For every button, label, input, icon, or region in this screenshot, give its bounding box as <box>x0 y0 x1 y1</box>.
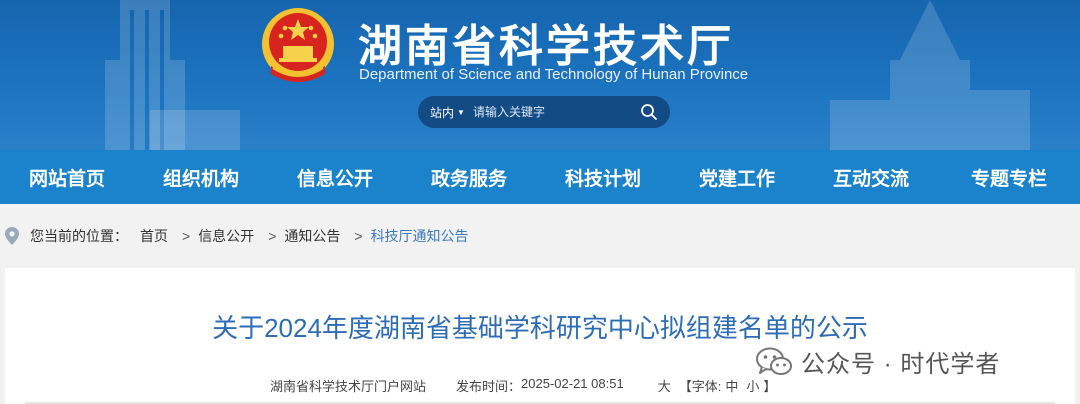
search-box: 站内 ▼ <box>418 96 670 128</box>
caret-down-icon: ▼ <box>457 107 465 117</box>
nav-item-interaction[interactable]: 互动交流 <box>804 164 938 191</box>
site-subtitle: Department of Science and Technology of … <box>359 66 749 83</box>
breadcrumb-info-disclosure[interactable]: 信息公开 <box>198 226 254 246</box>
nav-item-tech-plans[interactable]: 科技计划 <box>536 164 670 191</box>
breadcrumb-separator: > <box>354 228 363 244</box>
search-icon[interactable] <box>640 103 658 121</box>
nav-item-party-work[interactable]: 党建工作 <box>670 164 804 191</box>
font-size-medium-button[interactable]: 中 <box>725 376 738 395</box>
article-source: 湖南省科学技术厅门户网站 <box>270 379 427 394</box>
article-panel: 关于2024年度湖南省基础学科研究中心拟组建名单的公示 公众号 · 时代学者 湖… <box>5 268 1075 404</box>
font-label-open: 【字体: <box>678 379 722 394</box>
watermark-text: 公众号 · 时代学者 <box>801 351 1001 378</box>
main-nav: 网站首页 组织机构 信息公开 政务服务 科技计划 党建工作 互动交流 专题专栏 <box>0 150 1080 204</box>
breadcrumb-prefix: 您当前的位置： <box>30 228 128 244</box>
font-size-small-button[interactable]: 小 <box>746 376 759 395</box>
breadcrumb-home[interactable]: 首页 <box>140 226 168 246</box>
national-emblem-icon <box>262 8 334 82</box>
font-label-close: 】 <box>763 379 777 394</box>
nav-item-home[interactable]: 网站首页 <box>0 164 134 191</box>
breadcrumb-dept-notices[interactable]: 科技厅通知公告 <box>371 226 469 246</box>
font-size-large-button[interactable]: 大 <box>658 376 671 395</box>
breadcrumb: 您当前的位置： 首页 > 信息公开 > 通知公告 > 科技厅通知公告 <box>0 204 1080 268</box>
search-scope-label: 站内 <box>430 105 455 120</box>
breadcrumb-separator: > <box>268 228 277 244</box>
building-right-decoration <box>830 0 1030 150</box>
article-meta: 湖南省科学技术厅门户网站 发布时间： 2025-02-21 08:51 大 【字… <box>270 376 776 395</box>
publish-time-label: 发布时间： <box>456 379 522 394</box>
watermark: 公众号 · 时代学者 <box>755 344 1000 379</box>
nav-item-organization[interactable]: 组织机构 <box>134 164 268 191</box>
wechat-icon <box>756 347 792 375</box>
site-header: 湖南省科学技术厅 Department of Science and Techn… <box>0 0 1080 150</box>
location-pin-icon <box>5 227 19 245</box>
site-title: 湖南省科学技术厅 <box>358 21 734 72</box>
article-title: 关于2024年度湖南省基础学科研究中心拟组建名单的公示 <box>212 313 868 343</box>
publish-time: 2025-02-21 08:51 <box>521 376 624 391</box>
building-left2-decoration <box>150 110 240 150</box>
search-input[interactable] <box>472 105 633 119</box>
search-scope-dropdown[interactable]: 站内 ▼ <box>430 104 465 121</box>
breadcrumb-separator: > <box>182 228 191 244</box>
breadcrumb-notices[interactable]: 通知公告 <box>284 226 340 246</box>
nav-item-info-disclosure[interactable]: 信息公开 <box>268 164 402 191</box>
nav-item-gov-services[interactable]: 政务服务 <box>402 164 536 191</box>
nav-item-special-topics[interactable]: 专题专栏 <box>938 164 1080 191</box>
